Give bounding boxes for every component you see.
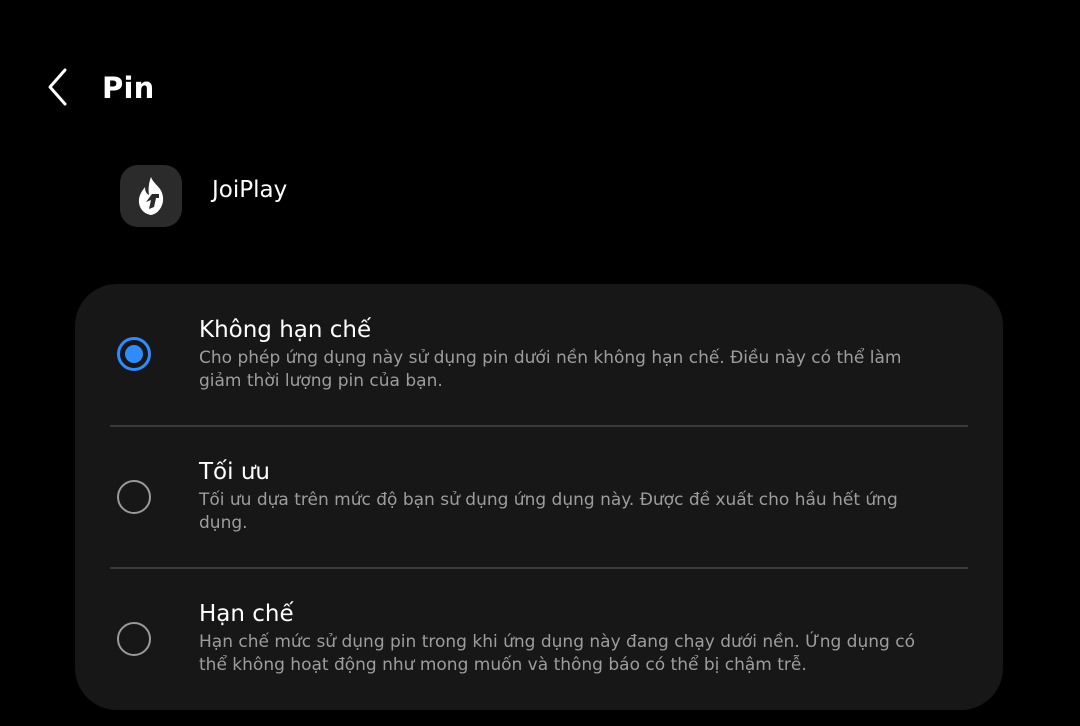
radio-restricted[interactable] xyxy=(117,622,151,656)
option-title: Tối ưu xyxy=(199,459,270,485)
option-description: Hạn chế mức sử dụng pin trong khi ứng dụ… xyxy=(199,632,915,675)
option-unrestricted[interactable]: Không hạn chế Cho phép ứng dụng này sử d… xyxy=(75,284,1003,426)
chevron-left-icon xyxy=(48,68,67,106)
option-text: Không hạn chế Cho phép ứng dụng này sử d… xyxy=(199,315,919,393)
radio-selected-dot xyxy=(125,345,143,363)
option-text: Tối ưu Tối ưu dựa trên mức độ bạn sử dụn… xyxy=(199,457,919,535)
header: Pin xyxy=(0,0,1080,150)
option-restricted[interactable]: Hạn chế Hạn chế mức sử dụng pin trong kh… xyxy=(75,568,1003,710)
radio-optimized[interactable] xyxy=(117,480,151,514)
battery-options-card: Không hạn chế Cho phép ứng dụng này sử d… xyxy=(75,284,1003,710)
back-button[interactable] xyxy=(36,62,80,112)
option-title: Không hạn chế xyxy=(199,317,372,343)
option-description: Tối ưu dựa trên mức độ bạn sử dụng ứng d… xyxy=(199,490,898,533)
option-optimized[interactable]: Tối ưu Tối ưu dựa trên mức độ bạn sử dụn… xyxy=(75,426,1003,568)
app-icon xyxy=(120,165,182,227)
page-title: Pin xyxy=(102,71,155,105)
radio-unrestricted[interactable] xyxy=(117,337,151,371)
option-title: Hạn chế xyxy=(199,601,294,627)
flame-app-icon xyxy=(138,177,164,215)
app-name: JoiPlay xyxy=(212,177,288,203)
app-info: JoiPlay xyxy=(120,165,287,227)
option-description: Cho phép ứng dụng này sử dụng pin dưới n… xyxy=(199,348,902,391)
option-text: Hạn chế Hạn chế mức sử dụng pin trong kh… xyxy=(199,599,919,677)
